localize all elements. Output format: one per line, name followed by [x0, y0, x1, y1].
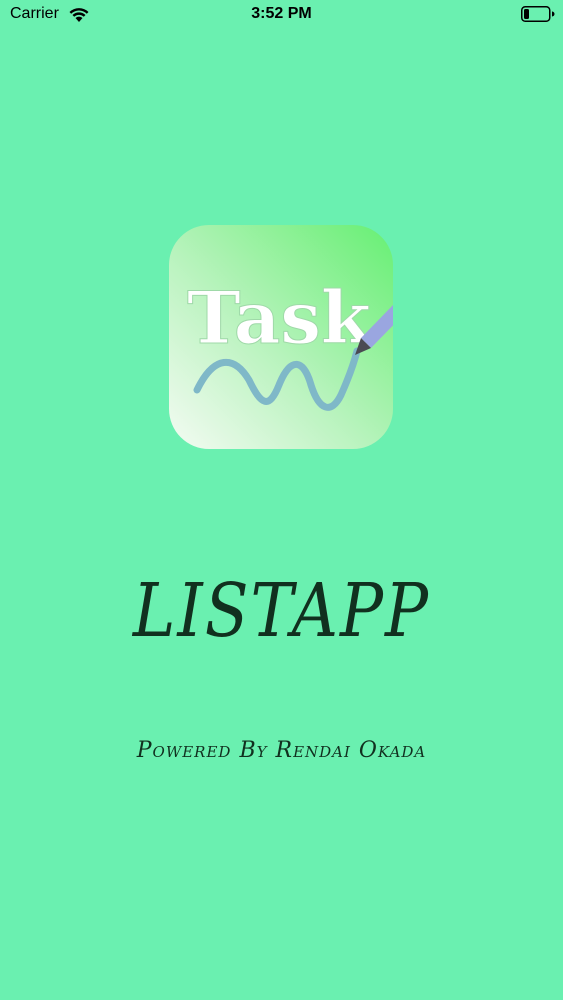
- app-icon: Task: [169, 225, 393, 449]
- app-icon-text: Task: [187, 275, 373, 360]
- status-bar: Carrier 3:52 PM: [0, 0, 563, 30]
- app-icon-artwork: Task: [169, 225, 393, 449]
- powered-by-text: Powered By Rendai Okada: [136, 738, 427, 763]
- status-time: 3:52 PM: [251, 5, 312, 22]
- battery-icon: [521, 6, 555, 22]
- app-title: LISTAPP: [132, 569, 431, 655]
